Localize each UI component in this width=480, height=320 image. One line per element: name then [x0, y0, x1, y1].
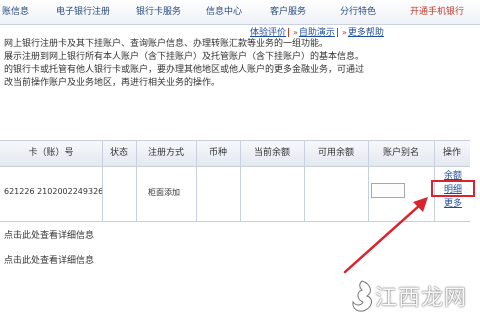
arrow-shaft — [343, 203, 422, 274]
dragon-logo-icon — [352, 280, 372, 312]
footer-info-line[interactable]: 点击此处查看详细信息 — [4, 228, 94, 241]
watermark-text: 江西龙网 — [375, 286, 468, 311]
arrow-annotation — [343, 197, 428, 274]
watermark: 江西龙网 — [345, 276, 475, 316]
footer-info-line[interactable]: 点击此处查看详细信息 — [4, 253, 94, 266]
